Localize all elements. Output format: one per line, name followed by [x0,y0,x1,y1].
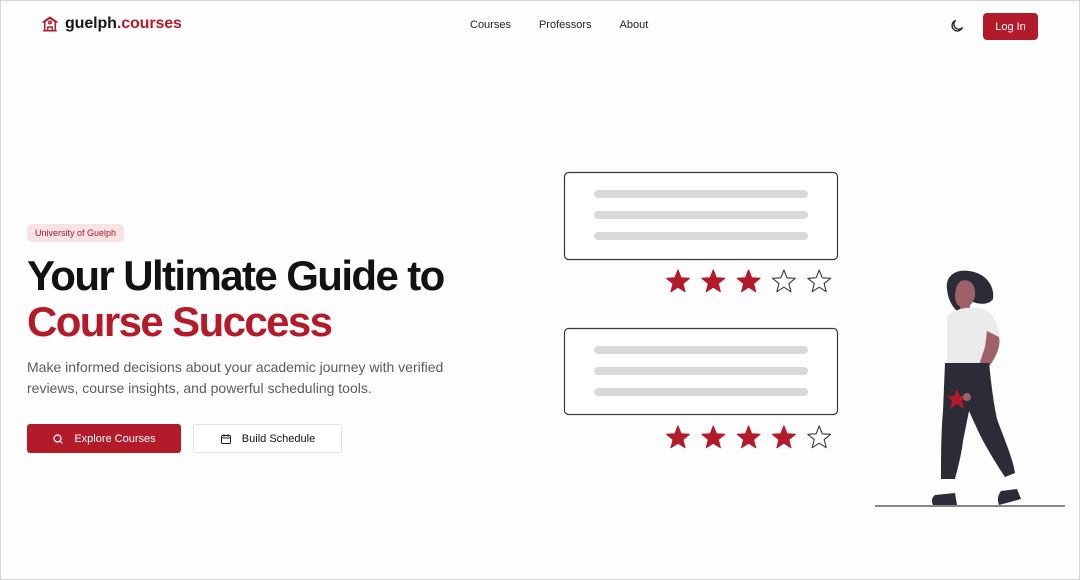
star-filled-icon [701,425,726,449]
star-empty-icon [771,269,796,293]
review-text-placeholder [594,190,808,198]
person-illustration [875,270,1065,507]
star-filled-icon [736,269,761,293]
star-filled-icon [736,425,761,449]
review-text-placeholder [594,367,808,375]
star-filled-icon [771,425,796,449]
review-card-1 [563,171,839,261]
review-text-placeholder [594,388,808,396]
star-empty-icon [807,425,832,449]
review-card-2 [563,327,839,416]
star-filled-icon [666,269,690,293]
review-rating-2 [666,425,832,449]
star-empty-icon [807,269,832,293]
review-text-placeholder [594,346,808,354]
star-filled-icon [666,425,690,449]
hero-illustration [563,171,1065,507]
review-rating-1 [666,269,832,293]
review-text-placeholder [594,232,808,240]
review-text-placeholder [594,211,808,219]
star-filled-icon [701,269,726,293]
